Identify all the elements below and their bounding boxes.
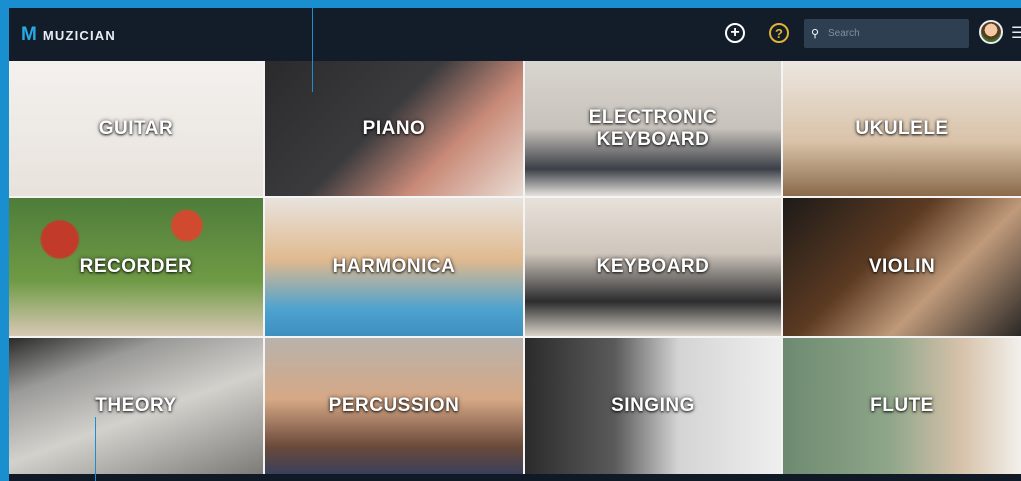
- tile-label: PIANO: [362, 117, 426, 139]
- tile-ukulele[interactable]: UKULELE: [783, 61, 1021, 198]
- tile-violin[interactable]: VIOLIN: [783, 198, 1021, 338]
- tile-label: FLUTE: [870, 395, 934, 416]
- tile-recorder[interactable]: RECORDER: [9, 198, 265, 338]
- bottom-strip: [9, 474, 1021, 481]
- menu-icon[interactable]: ☰: [1011, 23, 1021, 43]
- logo-mark: M: [21, 24, 37, 45]
- app-window: M MUZICIAN + ? ⚲ ☰ GUITAR PIANO ELECTRON…: [9, 8, 1021, 481]
- tile-keyboard[interactable]: KEYBOARD: [525, 198, 783, 338]
- tile-label: THEORY: [95, 395, 177, 416]
- muzician-logo[interactable]: M MUZICIAN: [21, 24, 116, 45]
- tile-guitar[interactable]: GUITAR: [9, 61, 265, 198]
- tile-label: RECORDER: [79, 256, 193, 277]
- search-icon: ⚲: [810, 28, 820, 40]
- add-button[interactable]: +: [725, 23, 745, 43]
- tile-label: KEYBOARD: [596, 256, 710, 277]
- tile-piano[interactable]: PIANO: [265, 61, 525, 198]
- tile-singing[interactable]: SINGING: [525, 338, 783, 474]
- tile-theory[interactable]: THEORY: [9, 338, 265, 474]
- tile-label: SINGING: [611, 395, 695, 416]
- callout-line-top: [312, 0, 313, 92]
- question-icon: ?: [775, 25, 783, 41]
- search-input[interactable]: [826, 27, 960, 40]
- tile-label: HARMONICA: [332, 256, 456, 277]
- tile-label: UKULELE: [855, 117, 949, 139]
- plus-icon: +: [730, 24, 740, 41]
- tile-label: ELECTRONIC KEYBOARD: [588, 106, 718, 150]
- search-box[interactable]: ⚲: [804, 19, 969, 48]
- instrument-grid: GUITAR PIANO ELECTRONIC KEYBOARD UKULELE…: [9, 61, 1021, 474]
- tile-electronic-keyboard[interactable]: ELECTRONIC KEYBOARD: [525, 61, 783, 198]
- tile-flute[interactable]: FLUTE: [783, 338, 1021, 474]
- tile-label: GUITAR: [98, 117, 174, 139]
- tile-harmonica[interactable]: HARMONICA: [265, 198, 525, 338]
- callout-line-bottom: [95, 417, 96, 481]
- avatar[interactable]: [979, 20, 1003, 44]
- top-bar: M MUZICIAN + ? ⚲ ☰: [9, 8, 1021, 61]
- tile-percussion[interactable]: PERCUSSION: [265, 338, 525, 474]
- tile-label: VIOLIN: [868, 256, 936, 277]
- help-button[interactable]: ?: [769, 23, 789, 43]
- logo-text: MUZICIAN: [42, 27, 116, 43]
- tile-label: PERCUSSION: [328, 395, 460, 416]
